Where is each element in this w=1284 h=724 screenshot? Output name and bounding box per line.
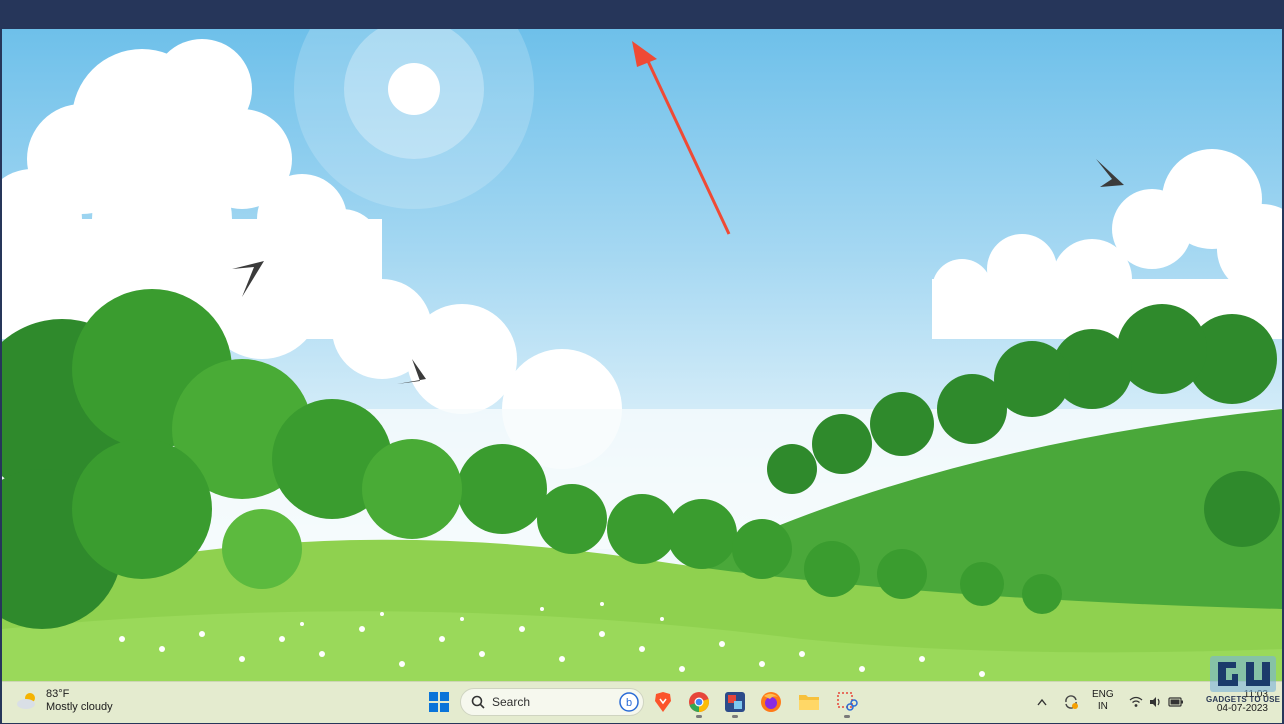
sun	[294, 29, 534, 209]
chrome-icon	[689, 692, 709, 712]
taskbar-app-firefox[interactable]	[758, 689, 784, 715]
watermark-text: GADGETS TO USE	[1206, 695, 1281, 704]
sync-tray-button[interactable]	[1060, 689, 1082, 715]
photos-app-icon	[725, 692, 745, 712]
search-placeholder: Search	[492, 695, 531, 709]
battery-icon	[1168, 697, 1183, 707]
region-code: IN	[1097, 701, 1108, 712]
desktop-wallpaper[interactable]	[2, 29, 1282, 681]
taskbar-app-brave[interactable]	[650, 689, 676, 715]
running-indicator	[732, 715, 738, 718]
weather-widget[interactable]: 83°F Mostly cloudy	[16, 688, 113, 714]
clock-date: 04-07-2023	[1216, 703, 1268, 714]
running-indicator	[844, 715, 850, 718]
volume-icon	[1150, 697, 1160, 707]
taskbar: 83°F Mostly cloudy Search b ENG IN 11:03…	[2, 681, 1282, 723]
language-code: ENG	[1092, 689, 1114, 700]
search-icon	[471, 695, 485, 709]
brave-icon	[655, 692, 671, 712]
file-explorer-icon	[799, 695, 819, 710]
sync-icon	[1065, 695, 1078, 709]
windows-start-button[interactable]	[426, 689, 452, 715]
wallpaper-landscape	[2, 29, 1282, 681]
gadgets-to-use-logo-icon	[1210, 656, 1276, 692]
network-button[interactable]	[1126, 689, 1146, 715]
battery-button[interactable]	[1166, 689, 1186, 715]
windows-start-icon	[429, 692, 449, 712]
clouds-right	[932, 149, 1282, 339]
weather-temp: 83°F	[46, 688, 70, 700]
taskbar-app-photos[interactable]	[722, 689, 748, 718]
taskbar-app-file-explorer[interactable]	[796, 689, 822, 715]
language-indicator[interactable]: ENG IN	[1092, 689, 1114, 713]
taskbar-app-chrome[interactable]	[686, 689, 712, 718]
firefox-icon	[761, 692, 781, 712]
annotation-arrow	[632, 41, 731, 235]
partly-cloudy-icon	[17, 693, 35, 709]
show-hidden-icons-button[interactable]	[1032, 689, 1052, 715]
volume-button[interactable]	[1146, 689, 1166, 715]
weather-condition: Mostly cloudy	[46, 701, 113, 713]
snipping-tool-icon	[837, 692, 858, 711]
bing-icon[interactable]: b	[619, 692, 639, 712]
taskbar-app-snipping-tool[interactable]	[834, 689, 860, 718]
svg-text:b: b	[626, 697, 632, 709]
search-box[interactable]: Search b	[460, 688, 644, 716]
wifi-icon	[1129, 696, 1143, 707]
watermark-logo: GADGETS TO USE	[1206, 654, 1280, 704]
window-title-bar[interactable]	[0, 0, 1284, 29]
running-indicator	[696, 715, 702, 718]
chevron-up-icon	[1037, 698, 1047, 706]
